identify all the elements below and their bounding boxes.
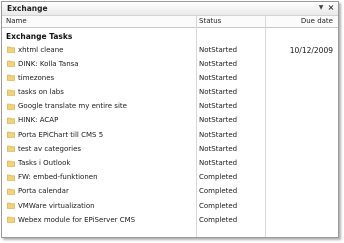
task-subject: tasks on labs xyxy=(18,88,64,97)
folder-icon xyxy=(7,89,15,96)
folder-icon xyxy=(7,131,15,138)
folder-icon xyxy=(7,216,15,224)
task-status: Completed xyxy=(199,215,238,224)
task-status: Completed xyxy=(199,187,238,196)
task-subject: Porta calendar xyxy=(18,187,69,196)
folder-icon xyxy=(7,60,15,67)
task-subject: VMWare virtualization xyxy=(18,201,95,210)
task-row[interactable]: Tasks i Outlook NotStarted xyxy=(2,157,338,171)
task-subject: DINK: Kolla Tansa xyxy=(18,59,79,68)
folder-icon xyxy=(7,160,15,167)
folder-icon xyxy=(7,174,15,181)
task-subject: timezones xyxy=(18,73,55,82)
task-status: NotStarted xyxy=(199,144,238,153)
task-subject: HINK: ACAP xyxy=(18,116,59,125)
close-icon[interactable]: × xyxy=(327,3,335,12)
task-subject: test av categories xyxy=(18,144,82,153)
pin-icon[interactable]: ▼ xyxy=(317,4,325,11)
folder-icon xyxy=(7,188,15,195)
task-row[interactable]: timezones NotStarted xyxy=(2,71,338,85)
task-status: NotStarted xyxy=(199,102,238,111)
panel-title: Exchange xyxy=(7,4,48,13)
folder-icon xyxy=(7,103,15,110)
folder-icon xyxy=(7,46,15,53)
task-due-date: 10/12/2009 xyxy=(289,45,333,55)
task-row[interactable]: Porta EPiChart till CMS 5 NotStarted xyxy=(2,128,338,142)
folder-icon xyxy=(7,202,15,209)
folder-icon xyxy=(7,145,15,153)
task-row[interactable]: FW: embed-funktionen Completed xyxy=(2,171,338,185)
task-row[interactable]: HINK: ACAP NotStarted xyxy=(2,114,338,128)
panel-titlebar: Exchange ▼ × xyxy=(2,2,338,16)
task-subject: Webex module for EPiServer CMS xyxy=(18,215,136,224)
task-status: NotStarted xyxy=(199,73,238,82)
task-row[interactable]: VMWare virtualization Completed xyxy=(2,199,338,213)
task-status: NotStarted xyxy=(199,159,238,167)
task-subject: Tasks i Outlook xyxy=(18,159,71,167)
folder-icon xyxy=(7,117,15,124)
task-row[interactable]: Webex module for EPiServer CMS Completed xyxy=(2,213,338,227)
column-header-row: Name Status Due date xyxy=(2,16,338,28)
task-status: Completed xyxy=(199,173,238,182)
column-header-status[interactable]: Status xyxy=(199,17,221,25)
task-status: NotStarted xyxy=(199,130,238,139)
group-header[interactable]: Exchange Tasks xyxy=(6,32,72,41)
task-row[interactable]: DINK: Kolla Tansa NotStarted xyxy=(2,57,338,71)
task-subject: Google translate my entire site xyxy=(18,102,127,111)
column-header-name[interactable]: Name xyxy=(6,17,27,25)
column-header-due-date[interactable]: Due date xyxy=(301,17,333,25)
task-row[interactable]: tasks on labs NotStarted xyxy=(2,86,338,100)
task-row[interactable]: test av categories NotStarted xyxy=(2,142,338,156)
folder-icon xyxy=(7,74,15,82)
task-status: NotStarted xyxy=(199,116,238,125)
task-status: Completed xyxy=(199,201,238,210)
task-subject: FW: embed-funktionen xyxy=(18,173,98,182)
task-subject: Porta EPiChart till CMS 5 xyxy=(18,130,104,139)
task-list: xhtml cleane NotStarted 10/12/2009 DINK: Ko… xyxy=(2,43,338,227)
exchange-tasks-panel: Exchange ▼ × Name Status Due date Exchan… xyxy=(1,1,339,238)
task-row[interactable]: xhtml cleane NotStarted 10/12/2009 xyxy=(2,43,338,57)
task-status: NotStarted xyxy=(199,88,238,97)
task-status: NotStarted xyxy=(199,59,238,68)
task-status: NotStarted xyxy=(199,45,238,54)
task-row[interactable]: Google translate my entire site NotStarte… xyxy=(2,100,338,114)
task-row[interactable]: Porta calendar Completed xyxy=(2,185,338,199)
task-subject: xhtml cleane xyxy=(18,45,64,54)
